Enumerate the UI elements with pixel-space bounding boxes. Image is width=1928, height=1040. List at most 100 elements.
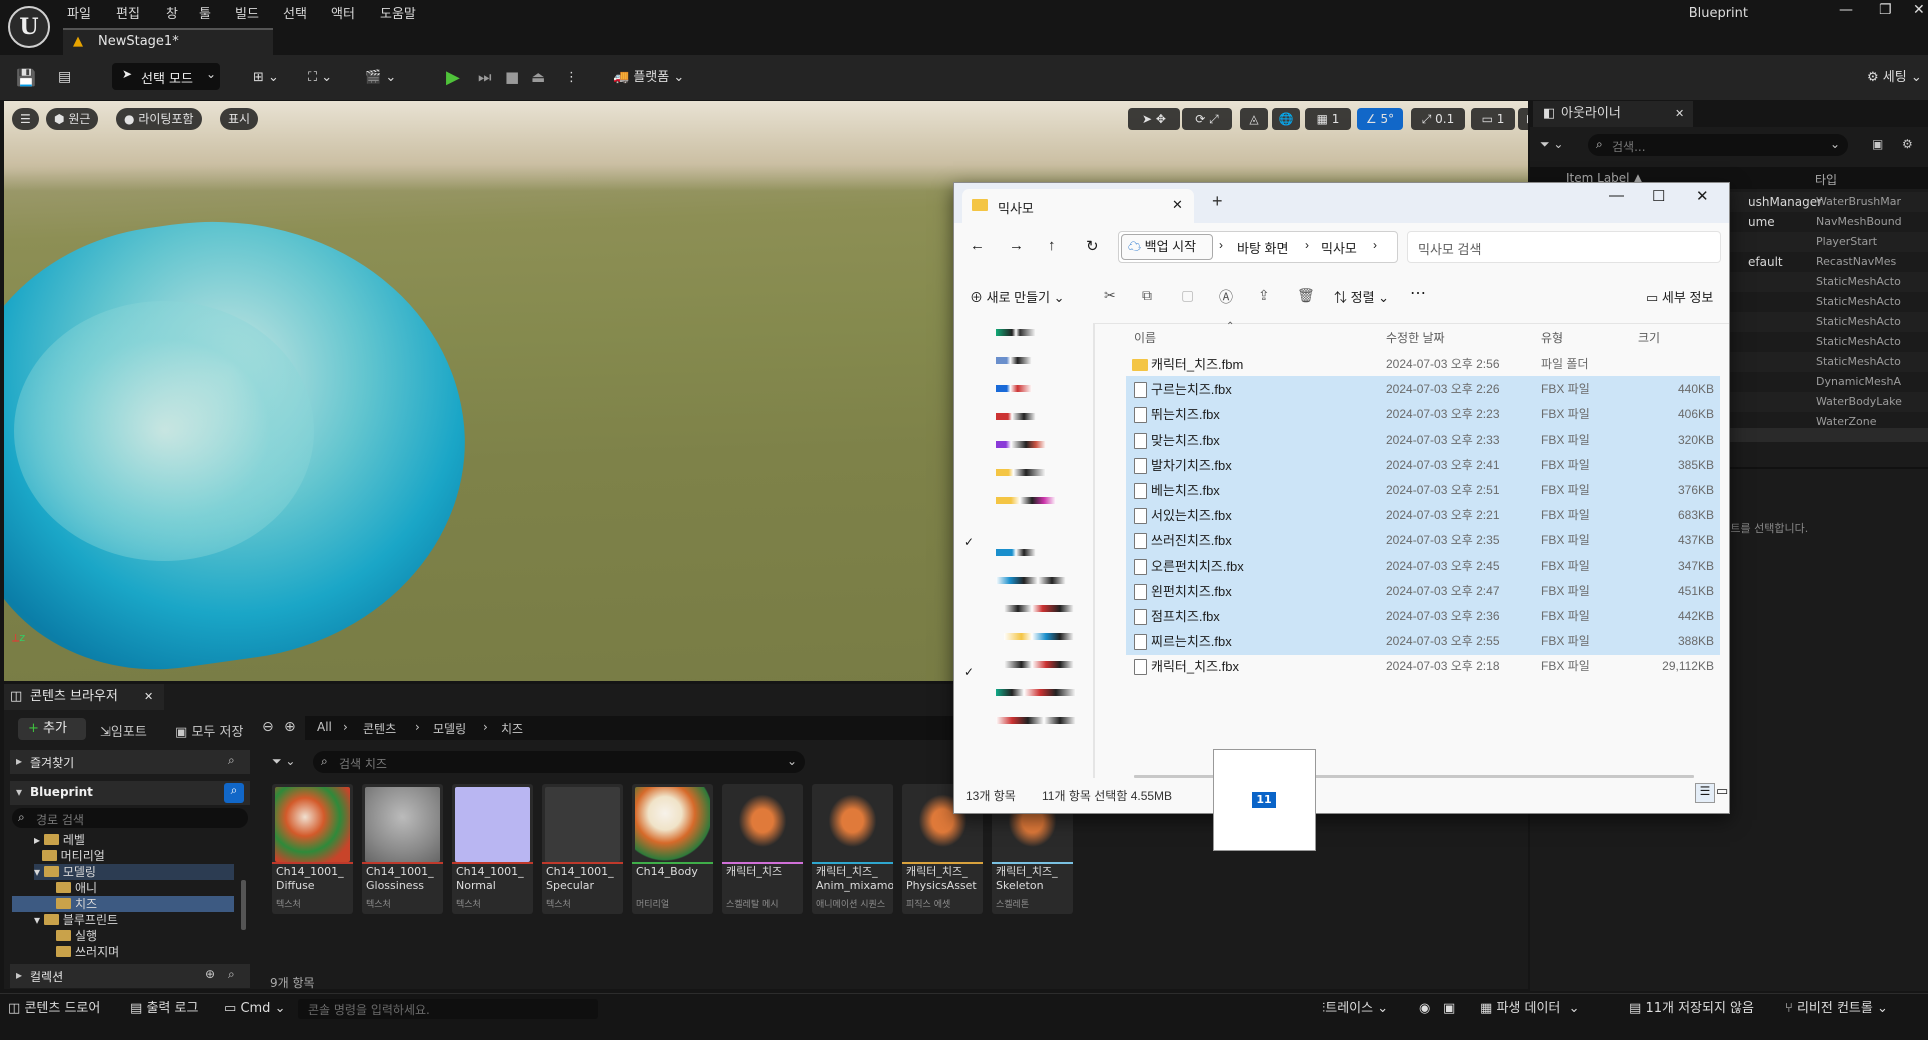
- close-icon[interactable]: ✕: [1696, 187, 1709, 205]
- file-row[interactable]: 뛰는치즈.fbx 2024-07-03 오후 2:23 FBX 파일 406KB: [1126, 401, 1720, 429]
- trace-button[interactable]: ⫶트레이스 ⌄: [1322, 999, 1388, 1019]
- add-button[interactable]: + 추가: [18, 718, 86, 740]
- asset-tile[interactable]: Ch14_1001_ Specular 텍스처: [542, 784, 623, 914]
- file-row[interactable]: 점프치즈.fbx 2024-07-03 오후 2:36 FBX 파일 442KB: [1126, 603, 1720, 630]
- explorer-search-input[interactable]: 믹사모 검색: [1407, 231, 1721, 263]
- chevron-down-icon[interactable]: ✓: [964, 665, 974, 679]
- col-name[interactable]: 이름: [1134, 329, 1156, 346]
- cut-icon[interactable]: ✂: [1104, 287, 1116, 304]
- nav-item[interactable]: [996, 329, 1036, 336]
- search-icon[interactable]: ⌕: [224, 783, 244, 803]
- new-button[interactable]: ⊕ 새로 만들기 ⌄: [970, 287, 1065, 306]
- cmd-dropdown[interactable]: ▭ Cmd ⌄: [224, 999, 285, 1019]
- details-pane-button[interactable]: ▭ 세부 정보: [1646, 287, 1713, 306]
- nav-pane-splitter[interactable]: [1093, 323, 1095, 778]
- surface-snap-icon[interactable]: ◬: [1240, 108, 1268, 130]
- menu-edit[interactable]: 편집: [116, 3, 140, 22]
- settings-button[interactable]: ⚙ 세팅 ⌄: [1867, 64, 1922, 91]
- nav-item[interactable]: [1004, 661, 1074, 668]
- import-button[interactable]: ⇲임포트: [100, 721, 147, 740]
- path-mixamo[interactable]: 믹사모: [1321, 238, 1357, 257]
- gear-icon[interactable]: ⚙: [1902, 137, 1913, 151]
- layout-icon[interactable]: ⊞: [1518, 108, 1528, 130]
- revision-control-button[interactable]: ⑂ 리비전 컨트롤 ⌄: [1785, 999, 1888, 1019]
- nav-item[interactable]: [996, 441, 1046, 448]
- viewport-menu-button[interactable]: ☰: [12, 108, 39, 130]
- file-row[interactable]: 맞는치즈.fbx 2024-07-03 오후 2:33 FBX 파일 320KB: [1126, 426, 1720, 454]
- transform-tools[interactable]: ➤ ✥: [1128, 108, 1180, 130]
- derived-data-button[interactable]: ▦ 파생 데이터 ⌄: [1480, 999, 1580, 1019]
- share-icon[interactable]: ⇪: [1258, 287, 1270, 304]
- tree-item-modeling[interactable]: ▾ 모델링: [34, 864, 234, 880]
- breadcrumb-cheese[interactable]: 치즈: [501, 720, 523, 737]
- asset-tile[interactable]: 캐릭터_치즈 스켈레탈 메시: [722, 784, 803, 914]
- nav-item[interactable]: [996, 413, 1036, 420]
- asset-tile[interactable]: Ch14_Body 머티리얼: [632, 784, 713, 914]
- restore-icon[interactable]: ❐: [1879, 2, 1892, 18]
- explorer-tab[interactable]: 믹사모 ✕: [962, 189, 1194, 223]
- blueprint-button[interactable]: ⛶ ⌄: [308, 64, 332, 91]
- menu-select[interactable]: 선택: [283, 3, 307, 22]
- new-tab-icon[interactable]: +: [1212, 191, 1223, 212]
- nav-item[interactable]: [996, 497, 1056, 504]
- step-icon[interactable]: ⏭: [478, 64, 492, 91]
- delete-icon[interactable]: 🗑: [1297, 287, 1315, 304]
- nav-item[interactable]: [996, 469, 1046, 476]
- chevron-down-icon[interactable]: ✓: [964, 535, 974, 549]
- outliner-col-type[interactable]: 타입: [1815, 171, 1837, 188]
- tree-item-anim[interactable]: 애니: [56, 880, 97, 896]
- content-browser-tab[interactable]: ◫ 콘텐츠 브라우저 ✕: [4, 684, 164, 710]
- close-tab-icon[interactable]: ✕: [1172, 197, 1183, 213]
- add-folder-icon[interactable]: ▣: [1872, 137, 1883, 151]
- forward-icon[interactable]: →: [1009, 237, 1024, 254]
- backup-button[interactable]: ☁ 백업 시작: [1121, 234, 1213, 260]
- breadcrumb-content[interactable]: 콘텐츠: [363, 720, 396, 737]
- outliner-tab[interactable]: ◧ 아웃라이너 ✕: [1533, 101, 1693, 127]
- tree-item-material[interactable]: 머티리얼: [34, 848, 105, 864]
- filter-icon[interactable]: ⏷ ⌄: [272, 754, 295, 769]
- sort-button[interactable]: ⇅ 정렬 ⌄: [1334, 287, 1389, 306]
- nav-item[interactable]: [1004, 633, 1074, 640]
- menu-actor[interactable]: 액터: [331, 3, 355, 22]
- path-desktop[interactable]: 바탕 화면: [1237, 238, 1288, 257]
- minimize-icon[interactable]: —: [1839, 2, 1853, 18]
- rotate-scale-tools[interactable]: ⟳ ⤢: [1182, 108, 1232, 130]
- menu-build[interactable]: 빌드: [235, 3, 259, 22]
- lighting-mode-button[interactable]: ● 라이팅포함: [116, 108, 202, 130]
- close-icon[interactable]: ✕: [144, 684, 153, 710]
- col-size[interactable]: 크기: [1638, 329, 1660, 346]
- collections-header[interactable]: ▸ 컬렉션 ⊕ ⌕: [10, 964, 250, 988]
- menu-help[interactable]: 도움말: [380, 3, 416, 22]
- maximize-icon[interactable]: ☐: [1652, 187, 1665, 205]
- eject-icon[interactable]: ⏏: [531, 64, 545, 91]
- grid-snap-button[interactable]: ▦ 1: [1305, 108, 1351, 130]
- file-row[interactable]: 캐릭터_치즈.fbx 2024-07-03 오후 2:18 FBX 파일 29,112…: [1126, 653, 1720, 680]
- forward-icon[interactable]: ⊕: [284, 719, 296, 735]
- nav-item[interactable]: [996, 385, 1032, 392]
- nav-item[interactable]: [996, 357, 1032, 364]
- browse-icon[interactable]: ▤: [58, 64, 71, 91]
- platforms-button[interactable]: 🚚 플랫폼 ⌄: [613, 64, 684, 91]
- add-actor-button[interactable]: ⊞ ⌄: [253, 64, 279, 91]
- world-local-icon[interactable]: 🌐: [1272, 108, 1300, 130]
- nav-item[interactable]: [996, 577, 1066, 584]
- asset-tile[interactable]: Ch14_1001_ Glossiness 텍스처: [362, 784, 443, 914]
- file-row[interactable]: 서있는치즈.fbx 2024-07-03 오후 2:21 FBX 파일 683KB: [1126, 502, 1720, 530]
- record-icon[interactable]: ◉: [1419, 999, 1430, 1019]
- outliner-search-input[interactable]: ⌕ 검색... ⌄: [1588, 134, 1848, 156]
- file-row[interactable]: 베는치즈.fbx 2024-07-03 오후 2:51 FBX 파일 376KB: [1126, 477, 1720, 504]
- file-row[interactable]: 구르는치즈.fbx 2024-07-03 오후 2:26 FBX 파일 440KB: [1126, 376, 1720, 404]
- camera-speed-button[interactable]: ▭ 1: [1471, 108, 1515, 130]
- tree-item-blueprint[interactable]: ▾ 블루프린트: [34, 912, 118, 928]
- nav-item[interactable]: [996, 549, 1036, 556]
- paste-icon[interactable]: ▢: [1181, 287, 1194, 304]
- file-row[interactable]: 쓰러진치즈.fbx 2024-07-03 오후 2:35 FBX 파일 437KB: [1126, 527, 1720, 555]
- scale-snap-button[interactable]: ⤢ 0.1: [1411, 108, 1465, 130]
- tree-scrollbar[interactable]: [241, 880, 246, 930]
- cinematics-button[interactable]: 🎬 ⌄: [365, 64, 396, 91]
- angle-snap-button[interactable]: ∠ 5°: [1357, 108, 1403, 130]
- nav-item[interactable]: [1004, 605, 1074, 612]
- stop-icon[interactable]: ■: [505, 64, 519, 91]
- content-drawer-button[interactable]: ◫ 콘텐츠 드로어: [8, 999, 100, 1019]
- select-mode-button[interactable]: ➤ 선택 모드 ⌄: [112, 63, 220, 90]
